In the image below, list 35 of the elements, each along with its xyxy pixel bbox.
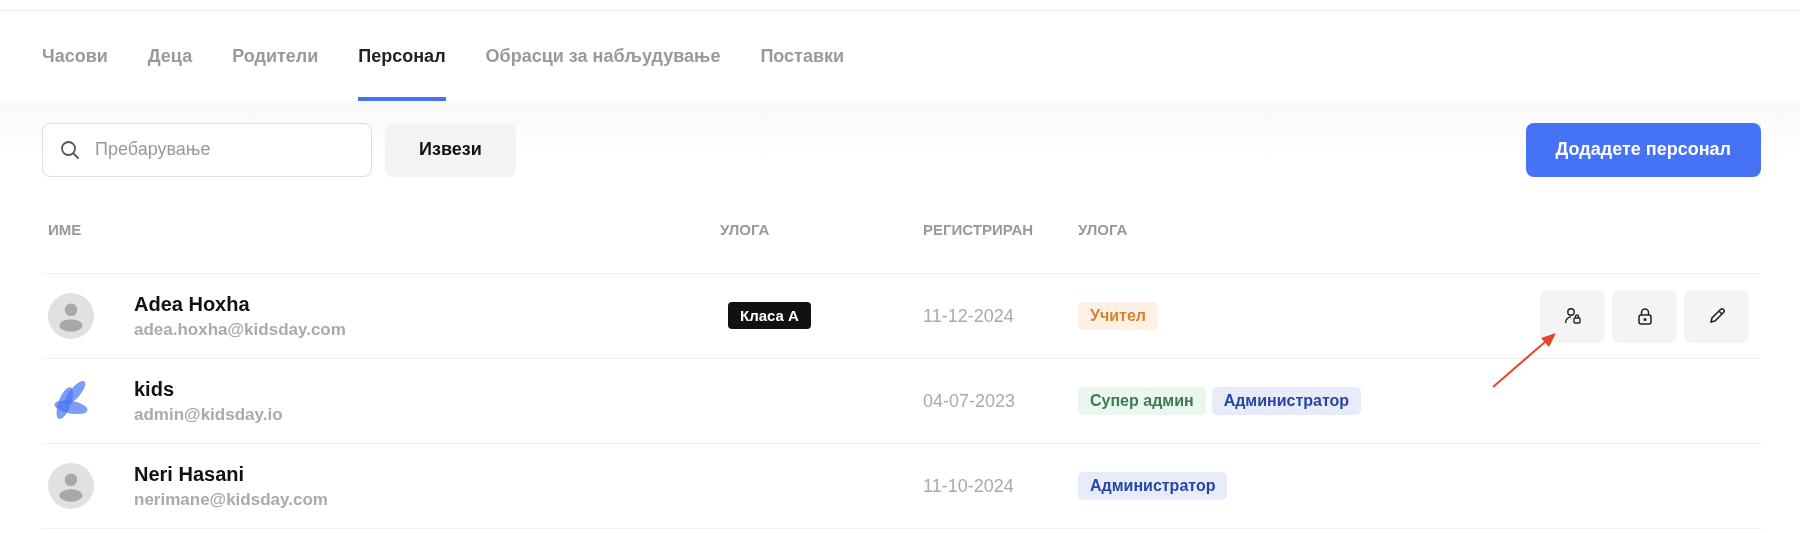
registered-date: 11-10-2024 [923, 475, 1015, 497]
tab[interactable]: Поставки [760, 11, 845, 101]
staff-email: nerimane@kidsday.com [134, 489, 329, 510]
pencil-icon [1707, 307, 1726, 325]
role-tag: Администратор [1211, 387, 1362, 415]
staff-email: adea.hoxha@kidsday.com [134, 319, 347, 340]
tab[interactable]: Родители [232, 11, 319, 101]
role-tag: Учител [1078, 302, 1158, 330]
staff-name: Neri Hasani [134, 462, 246, 486]
lock-button[interactable] [1612, 289, 1677, 343]
avatar-icon [48, 293, 94, 339]
permissions-button[interactable] [1540, 289, 1605, 343]
column-header: УЛОГА [720, 220, 771, 238]
column-header: РЕГИСТРИРАН [923, 220, 1035, 238]
edit-button[interactable] [1684, 289, 1749, 343]
search-icon [60, 139, 80, 160]
class-tag: Класа А [728, 302, 811, 329]
staff-name: kids [134, 377, 176, 401]
registered-date: 04-07-2023 [923, 390, 1017, 412]
tab[interactable]: Деца [147, 11, 193, 101]
add-staff-button[interactable]: Додадете персонал [1525, 122, 1761, 177]
staff-email: admin@kidsday.io [134, 404, 284, 425]
tab[interactable]: Часови [42, 11, 108, 101]
registered-date: 11-12-2024 [923, 305, 1015, 327]
column-header: ИМЕ [48, 220, 83, 238]
role-tag: Администратор [1078, 472, 1228, 500]
search-field[interactable]: Пребарување [42, 122, 372, 177]
column-header: УЛОГА [1078, 220, 1129, 238]
role-tag: Супер админ [1078, 387, 1206, 415]
avatar-icon [48, 463, 94, 509]
staff-name: Adea Hoxha [134, 292, 251, 316]
export-button[interactable]: Извези [385, 122, 516, 177]
lock-icon [1636, 307, 1653, 325]
tab[interactable]: Обрасци за набљудување [485, 11, 721, 101]
user-lock-icon [1563, 307, 1582, 325]
